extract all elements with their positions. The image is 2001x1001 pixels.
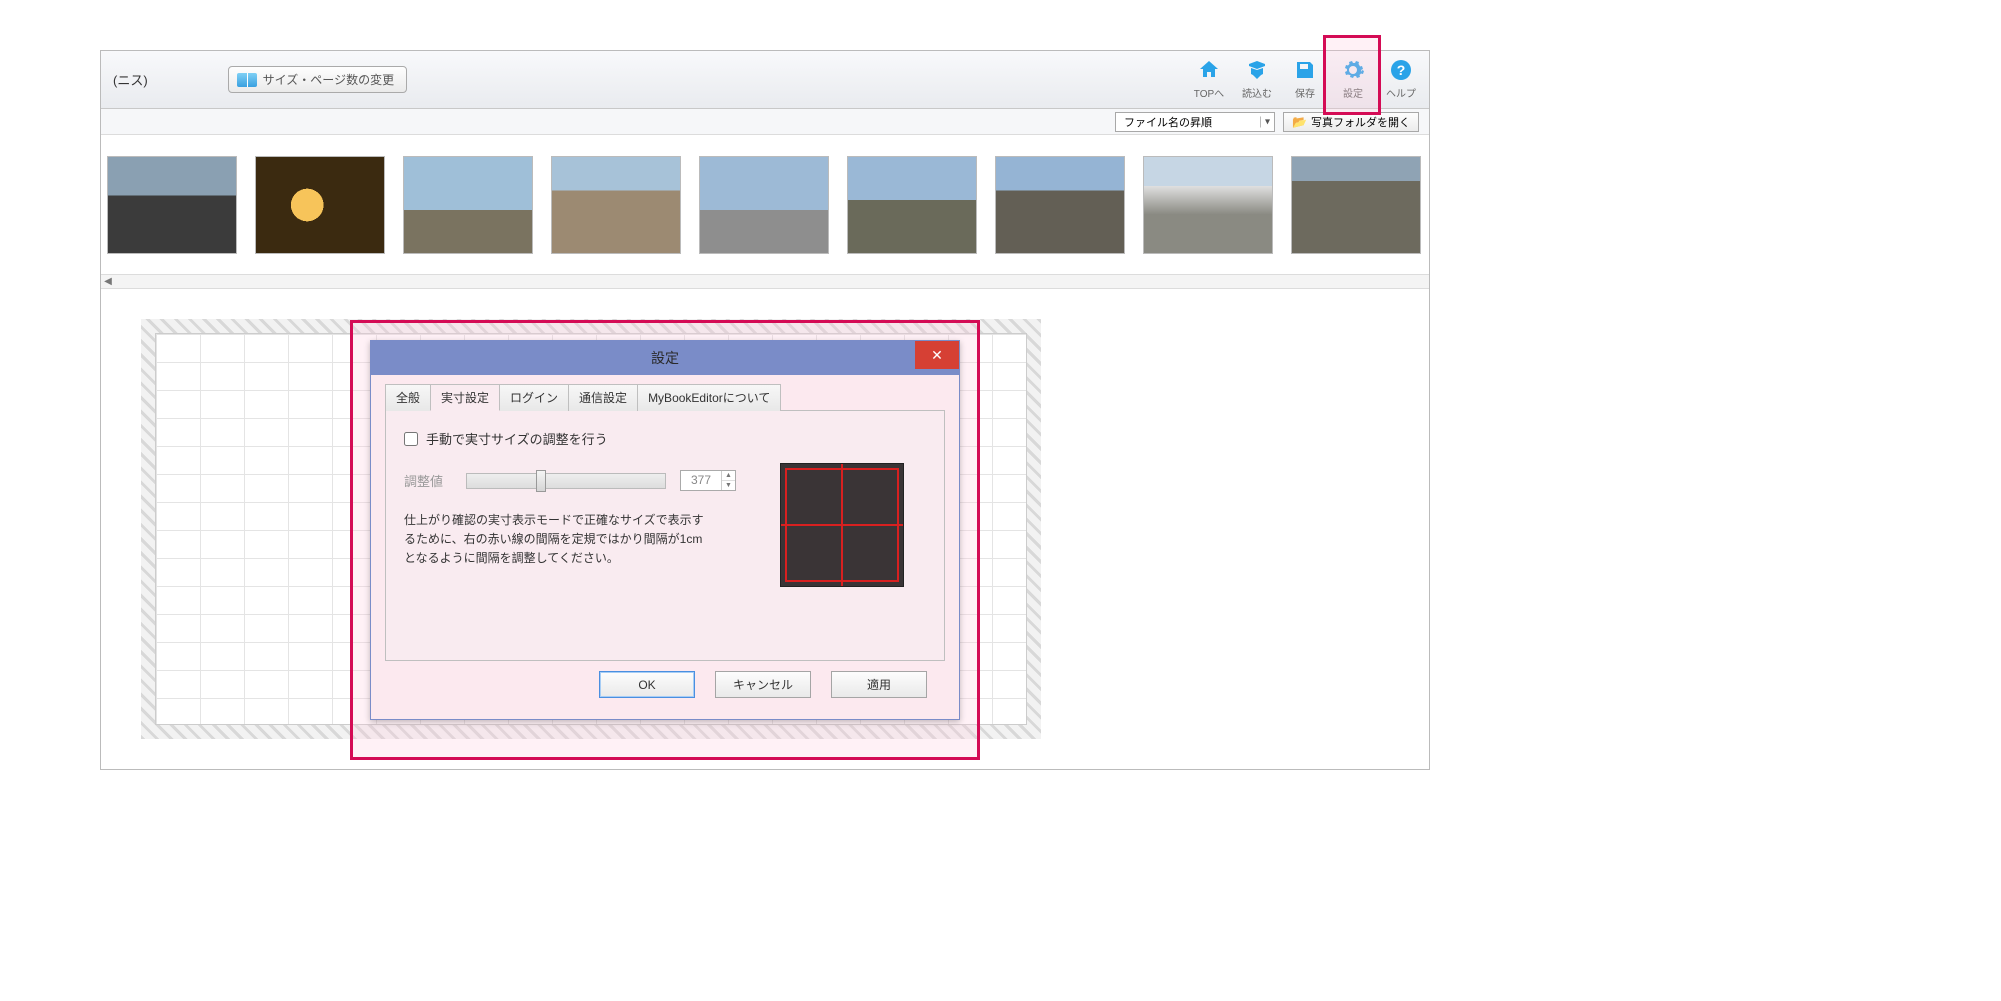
- toolbar-right-icons: TOPへ 読込む 保存 設定: [1189, 55, 1421, 102]
- dialog-close-button[interactable]: ✕: [915, 341, 959, 369]
- thumbnail[interactable]: [107, 156, 237, 254]
- tab-about[interactable]: MyBookEditorについて: [637, 384, 781, 411]
- sort-select-value: ファイル名の昇順: [1124, 117, 1212, 129]
- manual-adjust-checkbox-label: 手動で実寸サイズの調整を行う: [426, 429, 608, 448]
- tab-panel-size: 手動で実寸サイズの調整を行う 調整値 377 ▲ ▼: [385, 411, 945, 661]
- thumbnail-scrollbar[interactable]: ◀: [101, 275, 1429, 289]
- load-icon: [1244, 57, 1270, 83]
- thumbnail[interactable]: [255, 156, 385, 254]
- thumbnail[interactable]: [995, 156, 1125, 254]
- sort-select[interactable]: ファイル名の昇順 ▾: [1115, 112, 1275, 132]
- home-icon: [1196, 57, 1222, 83]
- settings-dialog: 設定 ✕ 全般 実寸設定 ログイン 通信設定 MyBookEditorについて …: [370, 340, 960, 720]
- top-label: TOPへ: [1194, 85, 1224, 100]
- gear-icon: [1340, 57, 1366, 83]
- dialog-titlebar[interactable]: 設定 ✕: [371, 341, 959, 375]
- top-button[interactable]: TOPへ: [1189, 55, 1229, 102]
- calibration-box: [780, 463, 904, 587]
- adjust-value-field[interactable]: 377: [681, 471, 721, 490]
- spinner-down-icon[interactable]: ▼: [722, 481, 735, 490]
- top-toolbar: (ニス) サイズ・ページ数の変更 TOPへ 読込む: [101, 51, 1429, 109]
- thumbnail[interactable]: [551, 156, 681, 254]
- calibration-help-text: 仕上がり確認の実寸表示モードで正確なサイズで表示するために、右の赤い線の間隔を定…: [404, 511, 704, 569]
- dialog-body: 全般 実寸設定 ログイン 通信設定 MyBookEditorについて 手動で実寸…: [371, 375, 959, 710]
- manual-adjust-checkbox-row[interactable]: 手動で実寸サイズの調整を行う: [404, 429, 926, 448]
- dialog-title: 設定: [651, 348, 679, 368]
- tab-login[interactable]: ログイン: [499, 384, 569, 411]
- thumbnail[interactable]: [699, 156, 829, 254]
- project-name-truncated: (ニス): [111, 70, 148, 89]
- size-page-change-label: サイズ・ページ数の変更: [263, 71, 394, 88]
- dialog-tabs: 全般 実寸設定 ログイン 通信設定 MyBookEditorについて: [385, 383, 945, 411]
- load-button[interactable]: 読込む: [1237, 55, 1277, 102]
- chevron-down-icon: ▾: [1260, 116, 1270, 127]
- save-button[interactable]: 保存: [1285, 55, 1325, 102]
- size-page-change-button[interactable]: サイズ・ページ数の変更: [228, 66, 407, 93]
- settings-label: 設定: [1343, 85, 1363, 100]
- thumbnail-strip: [101, 135, 1429, 275]
- calibration-frame: [785, 468, 899, 582]
- thumbnail[interactable]: [1143, 156, 1273, 254]
- spinner-up-icon[interactable]: ▲: [722, 471, 735, 481]
- scroll-left-icon[interactable]: ◀: [101, 276, 115, 287]
- close-icon: ✕: [931, 347, 943, 364]
- thumbnail[interactable]: [1291, 156, 1421, 254]
- tab-general[interactable]: 全般: [385, 384, 431, 411]
- adjust-value-label: 調整値: [404, 471, 452, 490]
- settings-button[interactable]: 設定: [1333, 55, 1373, 102]
- load-label: 読込む: [1242, 85, 1272, 100]
- book-icon: [237, 73, 257, 87]
- thumbnail[interactable]: [403, 156, 533, 254]
- ok-button[interactable]: OK: [599, 671, 695, 698]
- open-folder-label: 写真フォルダを開く: [1311, 114, 1410, 130]
- adjust-value-spinner[interactable]: 377 ▲ ▼: [680, 470, 736, 491]
- svg-text:?: ?: [1397, 62, 1406, 78]
- tab-comm[interactable]: 通信設定: [568, 384, 638, 411]
- folder-icon: 📂: [1292, 115, 1307, 129]
- manual-adjust-checkbox[interactable]: [404, 432, 418, 446]
- save-icon: [1292, 57, 1318, 83]
- slider-thumb[interactable]: [536, 470, 546, 492]
- spinner-buttons: ▲ ▼: [721, 471, 735, 490]
- filter-row: ファイル名の昇順 ▾ 📂 写真フォルダを開く: [101, 109, 1429, 135]
- help-button[interactable]: ? ヘルプ: [1381, 55, 1421, 102]
- help-icon: ?: [1388, 57, 1414, 83]
- adjust-slider[interactable]: [466, 473, 666, 489]
- dialog-button-row: OK キャンセル 適用: [385, 661, 945, 698]
- open-photo-folder-button[interactable]: 📂 写真フォルダを開く: [1283, 112, 1419, 132]
- thumbnail[interactable]: [847, 156, 977, 254]
- help-label: ヘルプ: [1386, 85, 1416, 100]
- save-label: 保存: [1295, 85, 1315, 100]
- tab-actual-size[interactable]: 実寸設定: [430, 384, 500, 411]
- apply-button[interactable]: 適用: [831, 671, 927, 698]
- cancel-button[interactable]: キャンセル: [715, 671, 811, 698]
